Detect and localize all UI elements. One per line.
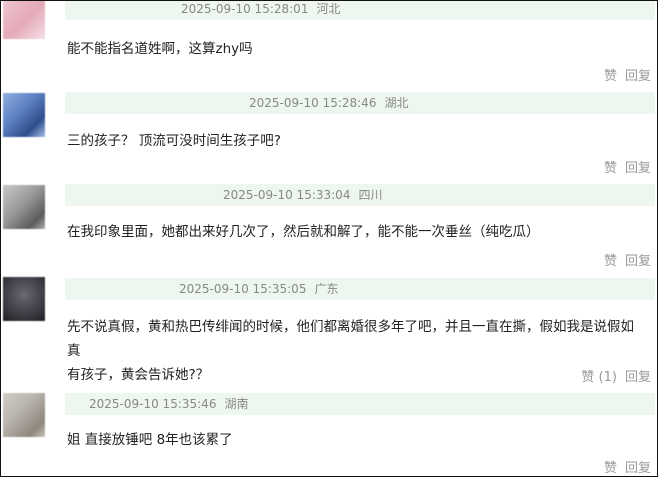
avatar[interactable] bbox=[3, 93, 45, 137]
avatar[interactable] bbox=[3, 185, 45, 229]
comment-region: 四川 bbox=[358, 188, 383, 202]
comment-text-line: 先不说真假，黄和热巴传绯闻的时候，他们都离婚很多年了吧，并且一直在撕，假如我是说… bbox=[67, 319, 634, 359]
reply-button[interactable]: 回复 bbox=[625, 161, 651, 176]
comment-text: 能不能指名道姓啊，这算zhy吗 bbox=[67, 41, 253, 57]
comment-meta: 2025-09-10 15:28:46 湖北 bbox=[65, 92, 655, 114]
comment-region: 广东 bbox=[314, 282, 339, 296]
comment-text: 三的孩子？ 顶流可没时间生孩子吧? bbox=[67, 133, 281, 149]
comment-region: 河北 bbox=[316, 2, 341, 16]
comment-actions: 赞回复 bbox=[596, 157, 651, 176]
comment-text: 在我印象里面，她都出来好几次了，然后就和解了，能不能一次垂丝（纯吃瓜） bbox=[67, 224, 540, 240]
comment-timestamp: 2025-09-10 15:33:04 bbox=[223, 188, 351, 202]
comment-meta: 2025-09-10 15:33:04 四川 bbox=[65, 184, 655, 206]
comment-list: 2025-09-10 15:28:01 河北 能不能指名道姓啊，这算zhy吗 赞回… bbox=[0, 0, 658, 477]
avatar[interactable] bbox=[3, 1, 45, 39]
comment-text: 先不说真假，黄和热巴传绯闻的时候，他们都离婚很多年了吧，并且一直在撕，假如我是说… bbox=[67, 315, 645, 387]
comment-timestamp: 2025-09-10 15:28:46 bbox=[249, 96, 377, 110]
like-button[interactable]: 赞 bbox=[604, 161, 617, 176]
reply-button[interactable]: 回复 bbox=[625, 69, 651, 84]
comment-actions: 赞回复 bbox=[596, 65, 651, 84]
comment-timestamp: 2025-09-10 15:35:05 bbox=[179, 282, 307, 296]
comment-text-line: 有孩子，黄会告诉她?？ bbox=[67, 367, 210, 383]
comment-actions: 赞回复 bbox=[596, 250, 651, 269]
like-button[interactable]: 赞 bbox=[604, 69, 617, 84]
reply-button[interactable]: 回复 bbox=[625, 370, 651, 385]
comment-timestamp: 2025-09-10 15:35:46 bbox=[89, 397, 217, 411]
comment-region: 湖北 bbox=[384, 96, 409, 110]
comment-meta: 2025-09-10 15:28:01 河北 bbox=[65, 1, 655, 20]
like-button[interactable]: 赞 bbox=[604, 461, 617, 476]
reply-button[interactable]: 回复 bbox=[625, 461, 651, 476]
comment-text: 姐 直接放锤吧 8年也该累了 bbox=[67, 432, 233, 448]
comment-region: 湖南 bbox=[224, 397, 249, 411]
like-button[interactable]: 赞 bbox=[604, 254, 617, 269]
avatar[interactable] bbox=[3, 277, 45, 321]
comment-meta: 2025-09-10 15:35:05 广东 bbox=[65, 278, 655, 300]
avatar[interactable] bbox=[3, 393, 45, 437]
comment-actions: 赞回复 bbox=[596, 457, 651, 476]
reply-button[interactable]: 回复 bbox=[625, 254, 651, 269]
like-button[interactable]: 赞 (1) bbox=[581, 370, 617, 385]
comment-meta: 2025-09-10 15:35:46 湖南 bbox=[65, 393, 655, 415]
comment-actions: 赞 (1) 回复 bbox=[573, 366, 651, 385]
comment-timestamp: 2025-09-10 15:28:01 bbox=[181, 2, 309, 16]
